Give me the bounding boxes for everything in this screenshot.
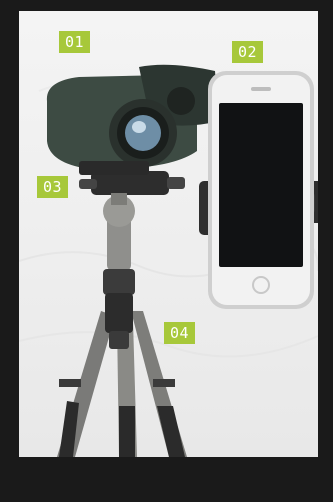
callout-label-tripod-head: 03 xyxy=(37,176,69,198)
tripod-ball-head xyxy=(79,171,185,227)
callout-label-tripod-legs: 04 xyxy=(164,322,196,344)
callout-label-binoculars: 01 xyxy=(59,31,91,53)
product-photo xyxy=(19,11,318,457)
binoculars xyxy=(46,64,223,175)
product-illustration xyxy=(19,64,318,457)
callout-label-phone-adapter: 02 xyxy=(232,41,264,63)
tripod-center-column xyxy=(103,211,135,349)
smartphone xyxy=(208,71,314,309)
image-frame: 01 02 03 04 xyxy=(0,0,333,502)
